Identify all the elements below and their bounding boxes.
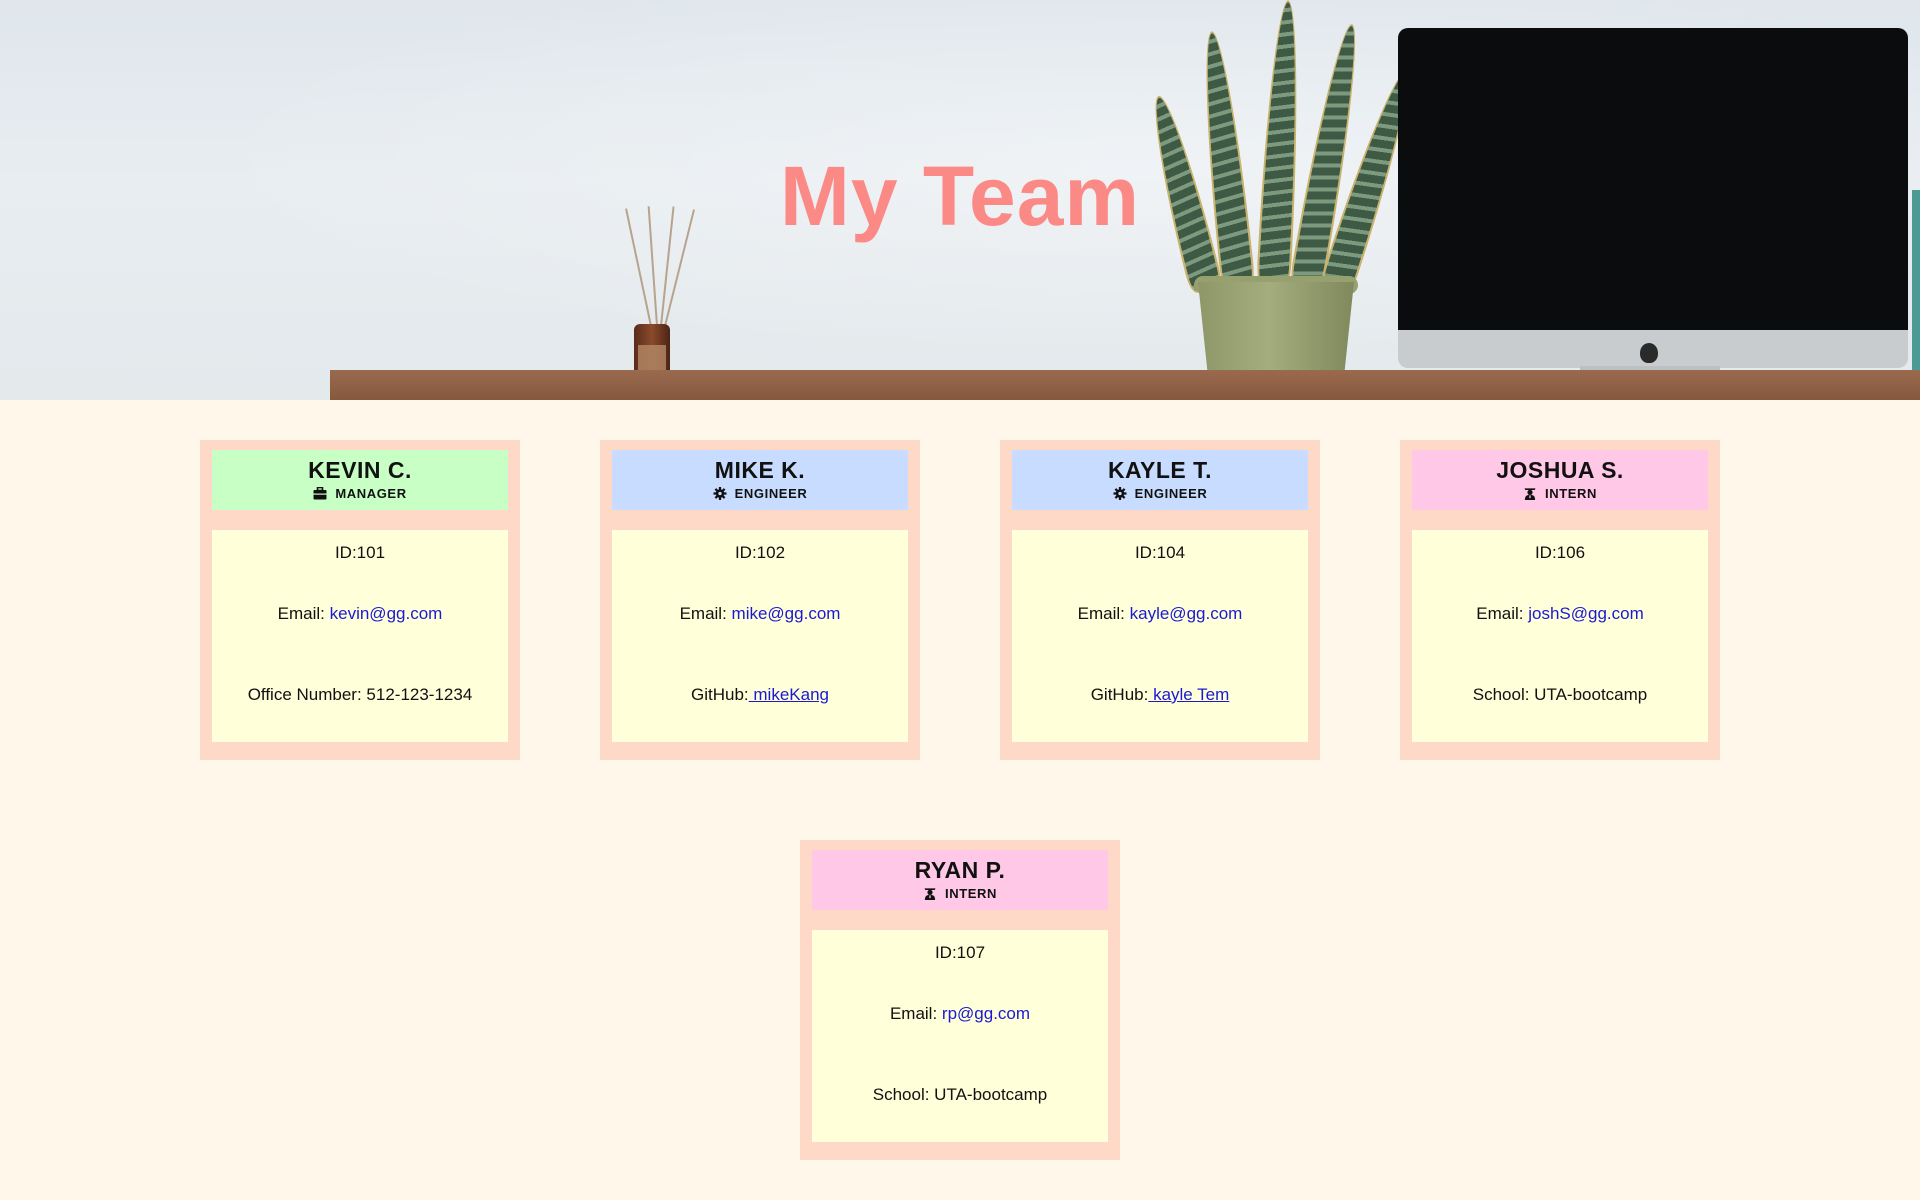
role-label: INTERN: [945, 886, 997, 901]
employee-email-row: Email: rp@gg.com: [812, 1004, 1108, 1024]
github-link[interactable]: kayle Tem: [1148, 685, 1229, 704]
employee-email-row: Email: joshS@gg.com: [1412, 604, 1708, 624]
employee-role: MANAGER: [313, 486, 406, 501]
school: School: UTA-bootcamp: [872, 1085, 1048, 1104]
card-body: ID:104 Email: kayle@gg.com GitHub: kayle…: [1012, 530, 1308, 742]
role-label: ENGINEER: [1134, 486, 1208, 501]
gear-icon: [713, 487, 727, 500]
hero-banner: My Team: [0, 0, 1920, 400]
employee-name: MIKE K.: [714, 457, 806, 483]
employee-name: KAYLE T.: [1107, 457, 1213, 483]
github-label: GitHub:: [691, 685, 749, 704]
github-row: GitHub: mikeKang: [612, 685, 908, 705]
github-link[interactable]: mikeKang: [749, 685, 829, 704]
card-header: RYAN P. INTERN: [812, 850, 1108, 910]
card-body: ID:106 Email: joshS@gg.com School: UTA-b…: [1412, 530, 1708, 742]
role-label: MANAGER: [335, 486, 407, 501]
employee-card: MIKE K. ENGINEER ID:102 Email: mike@gg.c…: [600, 440, 920, 760]
page-title: My Team: [779, 149, 1141, 243]
github-row: GitHub: kayle Tem: [1012, 685, 1308, 705]
email-link[interactable]: joshS@gg.com: [1528, 604, 1644, 623]
role-label: INTERN: [1545, 486, 1597, 501]
employee-name: KEVIN C.: [308, 457, 412, 483]
card-header: KAYLE T. ENGINEER: [1012, 450, 1308, 510]
desk: [330, 370, 1920, 400]
briefcase-icon: [313, 487, 327, 500]
employee-role: INTERN: [1523, 486, 1597, 501]
email-link[interactable]: kevin@gg.com: [330, 604, 443, 623]
email-label: Email:: [1476, 604, 1529, 623]
employee-name: RYAN P.: [914, 857, 1006, 883]
employee-role: ENGINEER: [1113, 486, 1208, 501]
school: School: UTA-bootcamp: [1472, 685, 1648, 704]
diffuser-label: [638, 345, 666, 371]
email-link[interactable]: mike@gg.com: [732, 604, 841, 623]
employee-card: RYAN P. INTERN ID:107 Email: rp@gg.com S…: [800, 840, 1120, 1160]
employee-id: ID:106: [1534, 543, 1586, 562]
apple-logo-icon: [1640, 343, 1658, 363]
employee-role: ENGINEER: [713, 486, 808, 501]
card-header: JOSHUA S. INTERN: [1412, 450, 1708, 510]
employee-email-row: Email: mike@gg.com: [612, 604, 908, 624]
email-label: Email:: [277, 604, 330, 623]
email-label: Email:: [679, 604, 732, 623]
employee-id: ID:104: [1134, 543, 1186, 562]
employee-card: KEVIN C. MANAGER ID:101 Email: kevin@gg.…: [200, 440, 520, 760]
card-body: ID:102 Email: mike@gg.com GitHub: mikeKa…: [612, 530, 908, 742]
role-label: ENGINEER: [734, 486, 808, 501]
gear-icon: [1113, 487, 1127, 500]
employee-id: ID:101: [334, 543, 386, 562]
employee-id: ID:102: [734, 543, 786, 562]
employee-email-row: Email: kayle@gg.com: [1012, 604, 1308, 624]
employee-role: INTERN: [923, 886, 997, 901]
graduate-icon: [924, 888, 936, 900]
card-header: MIKE K. ENGINEER: [612, 450, 908, 510]
graduate-icon: [1524, 488, 1536, 500]
email-label: Email:: [1077, 604, 1130, 623]
employee-name: JOSHUA S.: [1496, 457, 1624, 483]
office-number: Office Number: 512-123-1234: [247, 685, 473, 704]
card-header: KEVIN C. MANAGER: [212, 450, 508, 510]
github-label: GitHub:: [1090, 685, 1149, 704]
email-link[interactable]: kayle@gg.com: [1130, 604, 1243, 623]
email-link[interactable]: rp@gg.com: [942, 1004, 1030, 1023]
employee-card: KAYLE T. ENGINEER ID:104 Email: kayle@gg…: [1000, 440, 1320, 760]
employee-email-row: Email: kevin@gg.com: [212, 604, 508, 624]
email-label: Email:: [889, 1004, 942, 1023]
card-body: ID:107 Email: rp@gg.com School: UTA-boot…: [812, 930, 1108, 1142]
employee-card: JOSHUA S. INTERN ID:106 Email: joshS@gg.…: [1400, 440, 1720, 760]
employee-id: ID:107: [934, 943, 986, 962]
card-body: ID:101 Email: kevin@gg.com Office Number…: [212, 530, 508, 742]
